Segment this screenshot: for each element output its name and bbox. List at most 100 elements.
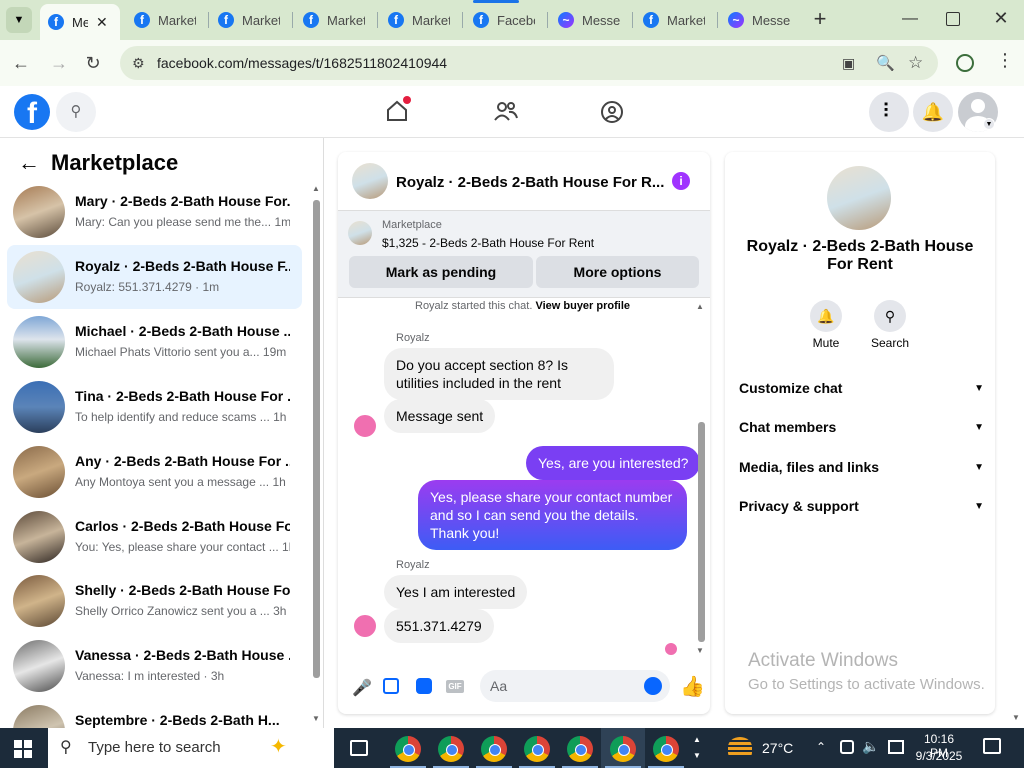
back-arrow-icon[interactable]: ← [18,150,40,176]
weather-temperature[interactable]: 27°C [762,740,793,756]
message-bubble-incoming: 551.371.4279 [384,609,494,643]
sidebar-scroll-down-arrow[interactable]: ▼ [312,714,320,723]
gif-icon[interactable]: GIF [446,680,464,693]
sidebar-scrollbar[interactable] [313,200,320,678]
chat-header-avatar[interactable] [352,163,388,199]
chrome-icon[interactable] [567,736,593,762]
browser-menu-icon[interactable]: ⋮ [996,50,1014,71]
browser-tab-active[interactable]: f Me ✕ [40,4,120,40]
address-bar[interactable]: ⚙ facebook.com/messages/t/16825118024109… [120,46,938,80]
info-icon[interactable]: i [672,172,690,190]
clock-date[interactable]: 9/3/2025 [914,749,964,763]
sender-avatar[interactable] [352,413,378,439]
meet-now-icon[interactable] [840,740,854,754]
profile-icon[interactable] [956,54,974,72]
chat-members-section[interactable]: Chat members ▼ [739,412,984,442]
chat-info-title: Royalz · 2-Beds 2-Bath House For Rent [746,238,974,273]
conversation-item-selected[interactable]: Royalz · 2-Beds 2-Bath House F... Royalz… [7,245,302,309]
task-view-icon[interactable] [350,740,368,756]
home-icon[interactable] [385,96,411,122]
conversation-item[interactable]: Shelly · 2-Beds 2-Bath House Fo... Shell… [7,569,302,633]
search-button[interactable]: ⚲ [874,300,906,332]
emoji-icon[interactable] [644,677,662,695]
sticker-icon[interactable] [416,678,432,694]
browser-tab[interactable]: f Market [210,8,290,32]
customize-chat-section[interactable]: Customize chat ▼ [739,373,984,403]
site-info-icon[interactable]: ⚙ [132,55,145,72]
like-thumbs-up-icon[interactable]: 👍 [680,674,705,699]
window-close-button[interactable]: ✕ [990,8,1012,30]
conversation-item[interactable]: Michael · 2-Beds 2-Bath House ... Michae… [7,310,302,374]
privacy-support-section[interactable]: Privacy & support ▼ [739,491,984,521]
chat-info-avatar[interactable] [827,166,891,230]
listing-thumbnail [13,381,65,433]
more-options-button[interactable]: More options [536,256,699,288]
view-buyer-profile-link[interactable]: View buyer profile [535,300,630,312]
conversation-item[interactable]: Carlos · 2-Beds 2-Bath House Fo... You: … [7,505,302,569]
windows-start-icon[interactable] [14,740,32,758]
taskbar-scroll-arrows[interactable]: ▲ ▼ [693,732,701,764]
taskbar-search-box[interactable]: ⚲ Type here to search ✦ [48,728,334,768]
network-icon[interactable] [888,740,904,754]
sidebar-scroll-up-arrow[interactable]: ▲ [312,184,320,193]
friends-icon[interactable] [493,100,519,122]
photo-icon[interactable] [383,678,399,694]
reload-button[interactable]: ↻ [80,50,106,76]
media-files-links-section[interactable]: Media, files and links ▼ [739,452,984,482]
mute-button[interactable]: 🔔 [810,300,842,332]
account-chevron-icon[interactable]: ▼ [983,118,995,130]
bookmark-star-icon[interactable]: ☆ [908,53,923,73]
new-tab-button[interactable]: + [808,8,832,32]
message-input[interactable]: Aa [480,670,670,702]
facebook-icon: f [134,12,150,28]
chat-scroll-up-arrow[interactable]: ▲ [696,302,704,311]
facebook-logo-icon[interactable]: f [14,94,50,130]
show-hidden-icons-chevron[interactable]: ⌃ [816,740,826,754]
browser-tab[interactable]: ~ Messer [720,8,800,32]
conversation-item[interactable]: Mary · 2-Beds 2-Bath House For... Mary: … [7,180,302,244]
groups-icon[interactable] [600,100,624,124]
back-button[interactable]: ← [8,50,34,76]
browser-tab[interactable]: f Market [126,8,206,32]
page-scroll-down-arrow[interactable]: ▼ [1012,713,1020,722]
chrome-icon[interactable] [438,736,464,762]
browser-tab[interactable]: f Market [295,8,375,32]
chrome-icon[interactable] [524,736,550,762]
browser-tab[interactable]: f Market [380,8,460,32]
mark-as-pending-button[interactable]: Mark as pending [349,256,533,288]
chevron-down-icon: ▼ [974,500,984,512]
chat-header-title[interactable]: Royalz · 2-Beds 2-Bath House For R... [396,174,664,191]
sender-avatar[interactable] [352,613,378,639]
menu-grid-icon[interactable]: ⠇ [869,92,909,132]
install-app-icon[interactable]: ▣ [842,55,855,72]
search-icon[interactable]: ⚲ [56,92,96,132]
tab-search-button[interactable]: ▼ [6,7,32,33]
conversation-item[interactable]: Septembre · 2-Beds 2-Bath H... [7,699,302,728]
message-bubble-outgoing: Yes, are you interested? [526,446,701,480]
restore-button[interactable] [946,12,960,26]
chrome-icon[interactable] [481,736,507,762]
browser-tab[interactable]: ~ Messer [550,8,630,32]
conversation-item[interactable]: Vanessa · 2-Beds 2-Bath House ... Vaness… [7,634,302,698]
chrome-icon[interactable] [653,736,679,762]
notification-center-icon[interactable] [983,738,1001,754]
forward-button[interactable]: → [46,50,72,76]
zoom-icon[interactable]: 🔍 [876,54,895,72]
conversation-item[interactable]: Any · 2-Beds 2-Bath House For ... Any Mo… [7,440,302,504]
listing-title[interactable]: $1,325 - 2-Beds 2-Bath House For Rent [382,236,594,250]
close-icon[interactable]: ✕ [96,14,108,31]
browser-tab[interactable]: f Market [635,8,715,32]
weather-icon[interactable] [728,737,752,757]
chat-scrollbar[interactable] [698,422,705,642]
volume-icon[interactable]: 🔈 [862,738,879,755]
conversation-item[interactable]: Tina · 2-Beds 2-Bath House For ... To he… [7,375,302,439]
message-bubble-incoming: Do you accept section 8? Is utilities in… [384,348,614,400]
minimize-button[interactable]: — [900,10,920,30]
notifications-bell-icon[interactable]: 🔔 [913,92,953,132]
microphone-icon[interactable]: 🎤 [352,678,372,698]
browser-tab[interactable]: f Facebo [465,8,545,32]
conversation-preview: Shelly Orrico Zanowicz sent you a ... 3h [75,604,287,618]
chrome-icon[interactable] [610,736,636,762]
chat-scroll-down-arrow[interactable]: ▼ [696,646,704,655]
chrome-icon[interactable] [395,736,421,762]
